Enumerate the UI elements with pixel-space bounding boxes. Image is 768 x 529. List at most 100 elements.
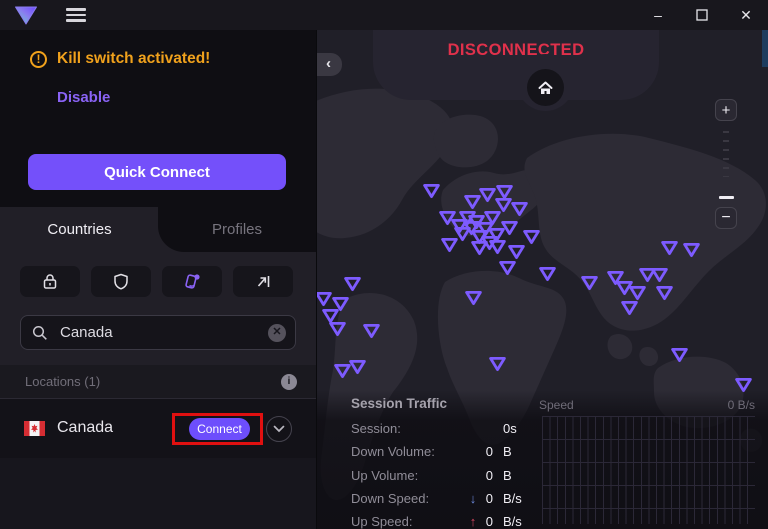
tor-filter-button[interactable]: [162, 266, 222, 297]
clear-search-button[interactable]: ✕: [268, 324, 286, 342]
location-pin[interactable]: [440, 237, 459, 253]
close-button[interactable]: ✕: [724, 0, 768, 30]
location-pin[interactable]: [422, 183, 441, 199]
location-pin[interactable]: [660, 240, 679, 256]
location-pin[interactable]: [682, 242, 701, 258]
chevron-down-icon: [273, 425, 285, 433]
location-pin[interactable]: [328, 321, 347, 337]
location-pin[interactable]: [628, 285, 647, 301]
menu-icon[interactable]: [66, 8, 86, 22]
tab-profiles[interactable]: Profiles: [158, 207, 316, 252]
canada-flag-icon: [24, 421, 45, 436]
zoom-out-button[interactable]: −: [715, 207, 737, 229]
lock-icon: [42, 273, 58, 290]
up-volume-unit: B: [493, 468, 537, 483]
info-icon[interactable]: i: [281, 374, 297, 390]
locations-count-label: Locations (1): [25, 374, 100, 389]
disable-killswitch-link[interactable]: Disable: [57, 89, 110, 106]
session-traffic-title: Session Traffic: [351, 396, 447, 411]
up-arrow-icon: ↑: [465, 514, 481, 529]
filter-row: [0, 252, 316, 297]
country-name: Canada: [57, 419, 113, 437]
up-volume-row: Up Volume: 0 B: [351, 464, 537, 487]
session-label: Session:: [351, 421, 465, 436]
vpn-app-window: – ✕ ! Kill switch activated! Disable Qui…: [0, 0, 768, 529]
location-pin[interactable]: [362, 323, 381, 339]
sidebar-filler: [0, 458, 316, 529]
collapse-sidebar-button[interactable]: ‹: [317, 53, 342, 76]
up-speed-row: Up Speed: ↑ 0 B/s: [351, 510, 537, 529]
down-volume-label: Down Volume:: [351, 444, 465, 459]
sidebar-content: ✕ Locations (1) i Canada Connect: [0, 252, 316, 529]
session-traffic-table: Session: 0s Down Volume: 0 B Up Volume:: [351, 417, 537, 529]
location-pin[interactable]: [522, 229, 541, 245]
locations-header: Locations (1) i: [0, 365, 316, 398]
down-volume-value: 0: [481, 444, 493, 459]
expand-country-button[interactable]: [266, 416, 292, 442]
up-volume-value: 0: [481, 468, 493, 483]
streaming-filter-button[interactable]: [233, 266, 293, 297]
speed-chart: Speed 0 B/s: [539, 398, 755, 524]
connect-button[interactable]: Connect: [189, 418, 250, 440]
zoom-in-button[interactable]: +: [715, 99, 737, 121]
tab-bar: Countries Profiles: [0, 207, 316, 252]
session-row: Session: 0s: [351, 417, 537, 440]
down-speed-value: 0: [481, 491, 493, 506]
scrollbar-thumb[interactable]: [762, 30, 768, 67]
location-pin[interactable]: [498, 260, 517, 276]
location-pin[interactable]: [655, 285, 674, 301]
search-icon: [32, 325, 48, 341]
location-pin[interactable]: [480, 235, 499, 251]
connection-status: DISCONNECTED: [373, 41, 659, 60]
home-icon: [538, 81, 553, 95]
location-pin[interactable]: [348, 359, 367, 375]
title-bar: – ✕: [0, 0, 768, 30]
sidebar-top-section: ! Kill switch activated! Disable Quick C…: [0, 30, 316, 207]
session-traffic-panel: Session Traffic Session: 0s Down Volume:…: [317, 390, 768, 529]
killswitch-warning: ! Kill switch activated!: [30, 50, 210, 68]
warning-icon: !: [30, 51, 47, 68]
location-pin[interactable]: [538, 266, 557, 282]
down-speed-label: Down Speed:: [351, 491, 465, 506]
session-value: 0s: [493, 421, 537, 436]
world-map[interactable]: DISCONNECTED ‹ + − Session Traffic Se: [317, 30, 768, 529]
tor-icon: [182, 273, 202, 291]
speed-chart-label: Speed: [539, 398, 574, 412]
location-pin[interactable]: [670, 347, 689, 363]
maximize-icon: [696, 9, 708, 21]
up-volume-label: Up Volume:: [351, 468, 465, 483]
shield-filter-button[interactable]: [91, 266, 151, 297]
location-pin[interactable]: [343, 276, 362, 292]
speed-chart-max-value: 0 B/s: [728, 398, 755, 412]
minimize-button[interactable]: –: [636, 0, 680, 30]
quick-connect-button[interactable]: Quick Connect: [28, 154, 286, 190]
search-box: ✕: [20, 315, 296, 350]
location-pin[interactable]: [507, 244, 526, 260]
sidebar: ! Kill switch activated! Disable Quick C…: [0, 30, 317, 529]
up-speed-value: 0: [481, 514, 493, 529]
maximize-button[interactable]: [680, 0, 724, 30]
zoom-slider-handle[interactable]: [719, 196, 734, 199]
location-pin[interactable]: [500, 220, 519, 236]
country-row-canada[interactable]: Canada Connect: [0, 398, 316, 458]
down-speed-unit: B/s: [493, 491, 537, 506]
location-pin[interactable]: [488, 356, 507, 372]
secure-lock-filter-button[interactable]: [20, 266, 80, 297]
zoom-slider-track[interactable]: [723, 131, 729, 177]
down-arrow-icon: ↓: [465, 491, 481, 506]
up-speed-label: Up Speed:: [351, 514, 465, 529]
app-logo-icon: [14, 5, 38, 26]
arrow-to-bar-icon: [255, 273, 272, 290]
search-input[interactable]: [58, 323, 258, 342]
location-pin[interactable]: [580, 275, 599, 291]
killswitch-message: Kill switch activated!: [57, 50, 210, 68]
down-speed-row: Down Speed: ↓ 0 B/s: [351, 487, 537, 510]
location-pin[interactable]: [650, 267, 669, 283]
tab-countries[interactable]: Countries: [0, 207, 159, 252]
location-pin[interactable]: [464, 290, 483, 306]
shield-icon: [113, 273, 129, 290]
location-pin[interactable]: [620, 300, 639, 316]
up-speed-unit: B/s: [493, 514, 537, 529]
home-button[interactable]: [527, 69, 564, 106]
location-pin[interactable]: [510, 201, 529, 217]
